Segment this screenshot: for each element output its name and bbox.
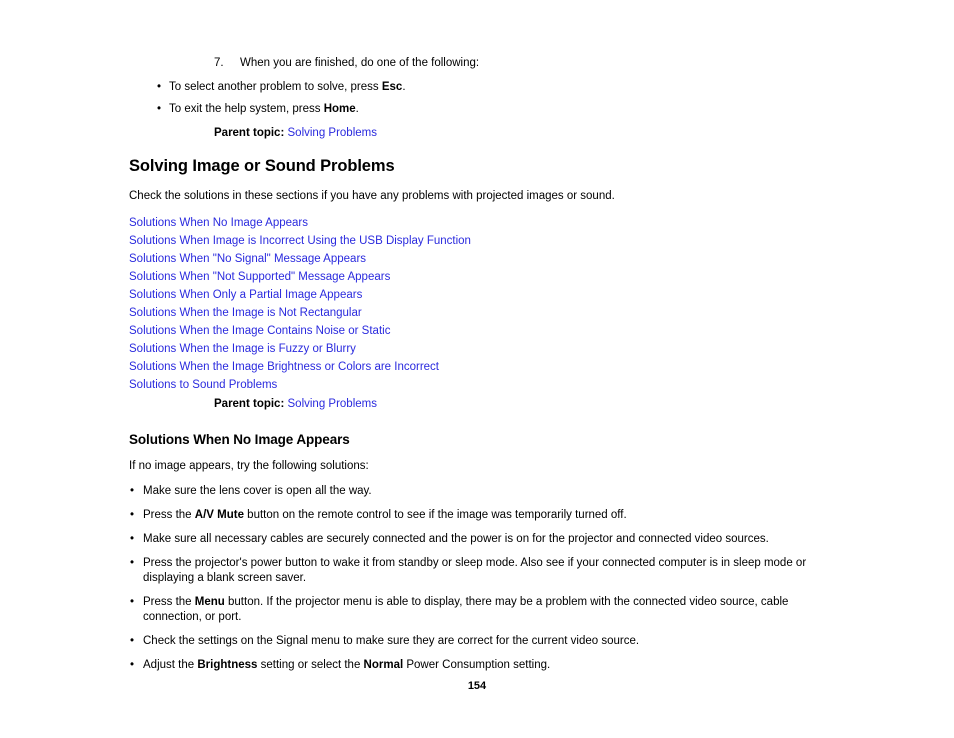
topic-link[interactable]: Solutions When Image is Incorrect Using … [129, 235, 471, 247]
bullet-text-part1: Press the [143, 596, 195, 608]
step-text: When you are finished, do one of the fol… [240, 57, 480, 69]
substep-text-before: To select another problem to solve, pres… [169, 81, 382, 93]
topic-link[interactable]: Solutions When "Not Supported" Message A… [129, 271, 390, 283]
bullet-bold-term2: Normal [363, 659, 404, 671]
topic-link[interactable]: Solutions When the Image Brightness or C… [129, 361, 439, 373]
numbered-step-7: 7. When you are finished, do one of the … [214, 56, 829, 71]
bullet-icon: • [130, 659, 135, 671]
substep-key-label: Esc [381, 81, 403, 93]
page-number: 154 [467, 680, 487, 692]
list-item: • Press the Menu button. If the projecto… [129, 595, 829, 625]
list-item: Solutions When "No Signal" Message Appea… [129, 250, 829, 268]
substep-text-before: To exit the help system, press [169, 103, 324, 115]
bullet-icon: • [130, 533, 135, 545]
bullet-icon: • [130, 635, 135, 647]
bullet-icon: • [130, 596, 135, 608]
bullet-bold-term1: Brightness [197, 659, 258, 671]
section-link-list: Solutions When No Image Appears Solution… [129, 214, 829, 394]
list-item: Solutions When the Image Contains Noise … [129, 322, 829, 340]
substep-text-after: . [402, 81, 406, 93]
document-page: 7. When you are finished, do one of the … [0, 0, 954, 738]
bullet-icon: • [130, 557, 135, 569]
subsection-intro-text: If no image appears, try the following s… [129, 460, 369, 472]
bullet-text-part3: Power Consumption setting. [403, 659, 551, 671]
substep-key-label: Home [323, 103, 356, 115]
list-item: • Check the settings on the Signal menu … [129, 634, 829, 649]
list-item: Solutions When the Image Brightness or C… [129, 358, 829, 376]
bullet-icon: • [130, 485, 135, 497]
bullet-text-part2: setting or select the [257, 659, 364, 671]
topic-link[interactable]: Solutions When the Image is Not Rectangu… [129, 307, 362, 319]
bullet-text-part2: button on the remote control to see if t… [243, 509, 627, 521]
list-item: Solutions When Image is Incorrect Using … [129, 232, 829, 250]
bullet-icon: • [157, 103, 162, 115]
topic-link[interactable]: Solutions When "No Signal" Message Appea… [129, 253, 366, 265]
list-item: • Press the projector's power button to … [129, 556, 829, 586]
topic-link[interactable]: Solutions When the Image Contains Noise … [129, 325, 390, 337]
bullet-text-part1: Press the projector's power button to wa… [143, 557, 807, 584]
parent-topic-label: Parent topic: [214, 127, 285, 139]
bullet-bold-term1: A/V Mute [194, 509, 244, 521]
section-intro-text: Check the solutions in these sections if… [129, 190, 615, 202]
list-item: • Press the A/V Mute button on the remot… [129, 508, 829, 523]
list-item: Solutions to Sound Problems [129, 376, 829, 394]
page-content: 7. When you are finished, do one of the … [129, 56, 829, 682]
list-item: Solutions When "Not Supported" Message A… [129, 268, 829, 286]
topic-link[interactable]: Solutions When the Image is Fuzzy or Blu… [129, 343, 356, 355]
subsection-title: Solutions When No Image Appears [129, 432, 350, 447]
list-item: Solutions When No Image Appears [129, 214, 829, 232]
list-item: Solutions When the Image is Not Rectangu… [129, 304, 829, 322]
list-item: • Make sure all necessary cables are sec… [129, 532, 829, 547]
bullet-icon: • [130, 509, 135, 521]
substep-text-after: . [355, 103, 359, 115]
bullet-text-part2: button. If the projector menu is able to… [143, 596, 789, 623]
bullet-text-part1: Press the [143, 509, 195, 521]
page-title: Solving Image or Sound Problems [129, 157, 395, 175]
bullet-text-part1: Make sure all necessary cables are secur… [143, 533, 769, 545]
parent-topic-section: Parent topic: Solving Problems [214, 397, 829, 412]
parent-topic-label: Parent topic: [214, 398, 285, 410]
bullet-icon: • [157, 81, 162, 93]
list-item: Solutions When Only a Partial Image Appe… [129, 286, 829, 304]
list-item: • To select another problem to solve, pr… [129, 80, 829, 95]
parent-topic-link[interactable]: Solving Problems [288, 398, 377, 410]
parent-topic-link[interactable]: Solving Problems [288, 127, 377, 139]
topic-link[interactable]: Solutions When No Image Appears [129, 217, 308, 229]
topic-link[interactable]: Solutions to Sound Problems [129, 379, 277, 391]
parent-topic-top: Parent topic: Solving Problems [214, 126, 829, 141]
bullet-text-part1: Check the settings on the Signal menu to… [143, 635, 640, 647]
step-number: 7. [214, 57, 224, 69]
bullet-text-part1: Make sure the lens cover is open all the… [143, 485, 372, 497]
bullet-text-part1: Adjust the [143, 659, 198, 671]
step-substep-list: • To select another problem to solve, pr… [129, 80, 829, 117]
list-item: • Make sure the lens cover is open all t… [129, 484, 829, 499]
list-item: Solutions When the Image is Fuzzy or Blu… [129, 340, 829, 358]
list-item: • To exit the help system, press Home. [129, 102, 829, 117]
bullet-bold-term1: Menu [194, 596, 225, 608]
topic-link[interactable]: Solutions When Only a Partial Image Appe… [129, 289, 362, 301]
list-item: • Adjust the Brightness setting or selec… [129, 658, 829, 673]
subsection-bullet-list: • Make sure the lens cover is open all t… [129, 484, 829, 673]
